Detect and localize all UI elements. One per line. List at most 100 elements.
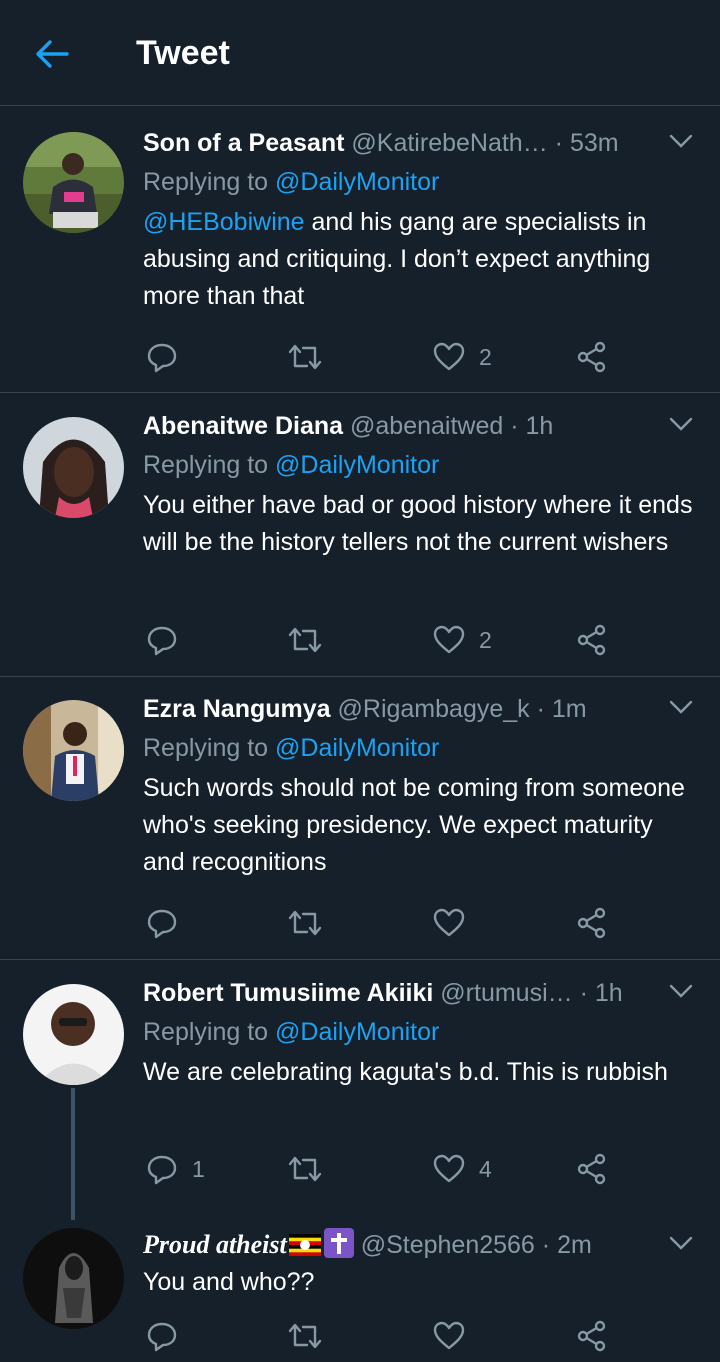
share-icon (577, 1320, 606, 1352)
heart-icon (433, 625, 465, 654)
like-button[interactable]: 2 (433, 337, 492, 377)
more-options-button[interactable] (666, 976, 696, 1006)
avatar[interactable] (23, 1228, 124, 1329)
separator: · (572, 979, 595, 1007)
more-options-button[interactable] (666, 126, 696, 156)
retweet-button[interactable] (287, 903, 323, 943)
tweet-text: @HEBobiwine and his gang are specialists… (143, 204, 700, 315)
user-handle[interactable]: @KatirebeNath… (351, 129, 547, 157)
retweet-icon (288, 1323, 322, 1349)
reply-button[interactable] (146, 903, 178, 943)
mention-link[interactable]: @DailyMonitor (275, 451, 439, 479)
mention-link[interactable]: @DailyMonitor (275, 168, 439, 196)
reply-button[interactable] (146, 620, 178, 660)
arrow-left-icon (36, 40, 69, 68)
retweet-button[interactable] (287, 337, 323, 377)
share-button[interactable] (576, 620, 608, 660)
heart-icon (433, 1321, 465, 1350)
retweet-button[interactable] (287, 1316, 323, 1356)
heart-icon (433, 908, 465, 937)
like-button[interactable] (433, 1316, 465, 1356)
tweet[interactable]: Proud atheist @Stephen2566 · 2m You and … (0, 1220, 720, 1362)
reply-button[interactable]: 1 (146, 1149, 205, 1189)
display-name[interactable]: Abenaitwe Diana (143, 412, 343, 440)
tweet-actions (0, 1316, 720, 1356)
reply-icon (147, 909, 177, 939)
reply-button[interactable] (146, 337, 178, 377)
share-icon (577, 624, 606, 656)
retweet-icon (288, 627, 322, 653)
user-handle[interactable]: @Rigambagye_k (338, 695, 530, 723)
avatar[interactable] (23, 984, 124, 1085)
tweet-header: Robert Tumusiime Akiiki @rtumusi… · 1h (143, 976, 640, 1010)
chevron-down-icon (669, 984, 693, 998)
top-bar: Tweet (0, 0, 720, 106)
replying-to: Replying to @DailyMonitor (143, 1015, 439, 1049)
display-name[interactable]: Son of a Peasant (143, 129, 344, 157)
more-options-button[interactable] (666, 692, 696, 722)
tweet-actions (0, 903, 720, 943)
timestamp[interactable]: 1h (595, 979, 623, 1007)
replying-to-label: Replying to (143, 451, 276, 479)
tweet-actions: 1 4 (0, 1149, 720, 1189)
chevron-down-icon (669, 1236, 693, 1250)
page-title: Tweet (136, 34, 230, 72)
avatar[interactable] (23, 132, 124, 233)
separator: · (503, 412, 526, 440)
heart-icon (433, 342, 465, 371)
display-name[interactable]: Proud atheist (143, 1230, 287, 1259)
tweet-actions: 2 (0, 620, 720, 660)
like-count: 2 (479, 343, 492, 370)
tweet-header: Son of a Peasant @KatirebeNath… · 53m (143, 126, 640, 160)
share-button[interactable] (576, 903, 608, 943)
mention-link[interactable]: @HEBobiwine (143, 208, 305, 236)
avatar[interactable] (23, 417, 124, 518)
latin-cross-icon (323, 1228, 354, 1258)
tweet-text: You and who?? (143, 1268, 315, 1296)
mention-link[interactable]: @DailyMonitor (275, 1018, 439, 1046)
reply-count: 1 (192, 1155, 205, 1182)
tweet[interactable]: Son of a Peasant @KatirebeNath… · 53m Re… (0, 112, 720, 393)
display-name[interactable]: Ezra Nangumya (143, 695, 331, 723)
tweet-header: Abenaitwe Diana @abenaitwed · 1h (143, 409, 640, 443)
retweet-button[interactable] (287, 1149, 323, 1189)
user-handle[interactable]: @Stephen2566 (361, 1231, 535, 1259)
replying-to: Replying to @DailyMonitor (143, 165, 439, 199)
back-button[interactable] (30, 32, 74, 76)
share-button[interactable] (576, 337, 608, 377)
share-button[interactable] (576, 1149, 608, 1189)
timestamp[interactable]: 53m (570, 129, 619, 157)
uganda-flag-icon (288, 1231, 321, 1256)
user-handle[interactable]: @rtumusi… (440, 979, 572, 1007)
avatar[interactable] (23, 700, 124, 801)
reply-icon (147, 626, 177, 656)
tweet[interactable]: Ezra Nangumya @Rigambagye_k · 1m Replyin… (0, 678, 720, 960)
timestamp[interactable]: 1m (552, 695, 587, 723)
timestamp[interactable]: 2m (557, 1231, 592, 1259)
like-button[interactable] (433, 903, 465, 943)
tweet[interactable]: Abenaitwe Diana @abenaitwed · 1h Replyin… (0, 395, 720, 677)
heart-icon (433, 1154, 465, 1183)
user-handle[interactable]: @abenaitwed (350, 412, 503, 440)
reply-icon (147, 1322, 177, 1352)
tweet[interactable]: Robert Tumusiime Akiiki @rtumusi… · 1h R… (0, 962, 720, 1220)
reply-button[interactable] (146, 1316, 178, 1356)
separator: · (547, 129, 570, 157)
reply-icon (147, 343, 177, 373)
tweet-header: Ezra Nangumya @Rigambagye_k · 1m (143, 692, 640, 726)
share-button[interactable] (576, 1316, 608, 1356)
like-button[interactable]: 4 (433, 1149, 492, 1189)
mention-link[interactable]: @DailyMonitor (275, 734, 439, 762)
share-icon (577, 907, 606, 939)
chevron-down-icon (669, 134, 693, 148)
retweet-icon (288, 344, 322, 370)
more-options-button[interactable] (666, 1228, 696, 1258)
retweet-icon (288, 910, 322, 936)
more-options-button[interactable] (666, 409, 696, 439)
display-name[interactable]: Robert Tumusiime Akiiki (143, 979, 433, 1007)
like-button[interactable]: 2 (433, 620, 492, 660)
timestamp[interactable]: 1h (526, 412, 554, 440)
retweet-button[interactable] (287, 620, 323, 660)
like-count: 2 (479, 626, 492, 653)
chevron-down-icon (669, 700, 693, 714)
